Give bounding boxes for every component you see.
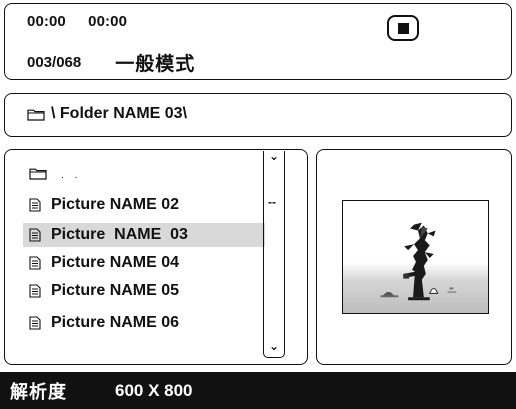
folder-icon	[27, 109, 45, 121]
track-counter: 003/068	[27, 54, 82, 71]
parent-folder-label: . .	[61, 169, 82, 181]
list-item[interactable]: Picture NAME 04	[23, 251, 265, 275]
resolution-value: 600 X 800	[115, 380, 193, 400]
document-icon	[29, 284, 41, 298]
scroll-up-icon[interactable]: ⌄	[269, 149, 279, 163]
document-icon	[29, 256, 41, 270]
scroll-down-icon[interactable]: ⌄	[269, 339, 279, 353]
list-item-label: Picture NAME 04	[51, 254, 180, 271]
list-item[interactable]: Picture NAME 02	[23, 193, 265, 217]
document-icon	[29, 198, 41, 212]
breadcrumb: \ Folder NAME 03\	[27, 105, 187, 123]
scroll-thumb[interactable]: --	[268, 195, 276, 209]
file-list: . . Picture NAME 02 Picture NAME 03 Pict…	[5, 150, 271, 364]
parent-folder-item[interactable]: . .	[23, 161, 265, 185]
total-time: 00:00	[88, 13, 128, 30]
elapsed-time: 00:00	[27, 13, 66, 30]
current-path: \ Folder NAME 03\	[51, 105, 188, 122]
preview-panel	[316, 149, 512, 365]
list-item-selected[interactable]: Picture NAME 03	[23, 223, 265, 247]
path-panel: \ Folder NAME 03\	[4, 93, 512, 137]
document-icon	[29, 316, 41, 330]
list-item[interactable]: Picture NAME 06	[23, 311, 265, 335]
file-list-panel: . . Picture NAME 02 Picture NAME 03 Pict…	[4, 149, 308, 365]
list-item-label: Picture NAME 06	[51, 314, 180, 331]
scrollbar[interactable]: ⌄ -- ⌄	[263, 149, 285, 358]
document-icon	[29, 228, 41, 242]
playback-info: 003/068 一般模式	[27, 49, 195, 76]
folder-icon	[29, 168, 47, 180]
status-panel: 00:00 00:00 003/068 一般模式	[4, 3, 512, 80]
resolution-bar: 解析度 600 X 800	[0, 372, 516, 409]
stop-icon	[397, 22, 409, 34]
stop-button[interactable]	[387, 15, 419, 41]
list-item-label: Picture NAME 05	[51, 282, 180, 299]
resolution-label: 解析度	[10, 381, 67, 403]
list-item-label: Picture NAME 02	[51, 196, 180, 213]
play-mode-label: 一般模式	[115, 53, 196, 75]
list-item-label: Picture NAME 03	[51, 226, 188, 243]
picture-thumbnail	[342, 200, 489, 314]
picture-thumbnail-image	[380, 222, 457, 301]
list-item[interactable]: Picture NAME 05	[23, 279, 265, 303]
time-display: 00:00 00:00	[27, 13, 145, 30]
